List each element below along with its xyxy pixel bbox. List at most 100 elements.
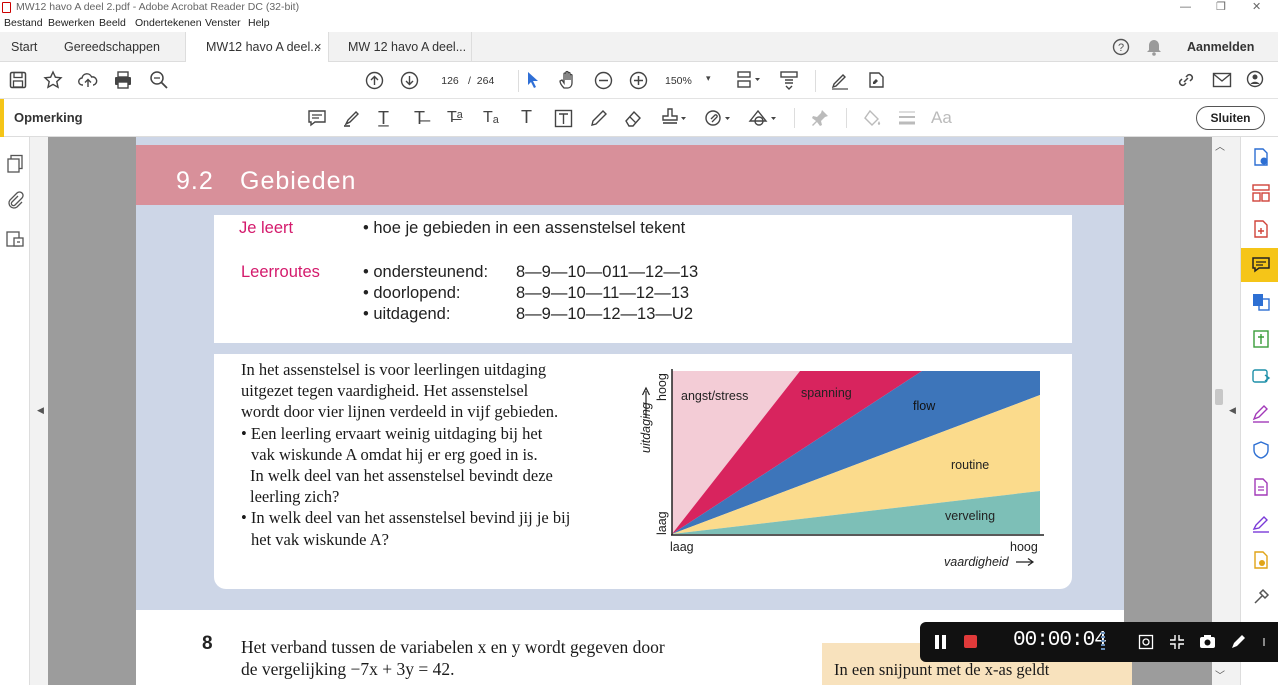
request-signature-icon[interactable] bbox=[1251, 514, 1271, 534]
annotate-pen-icon[interactable] bbox=[1230, 634, 1246, 650]
email-icon[interactable] bbox=[1212, 71, 1232, 89]
scroll-mode-icon[interactable] bbox=[779, 70, 799, 90]
line-weight-icon[interactable] bbox=[897, 109, 917, 127]
more-tools-icon[interactable] bbox=[1251, 587, 1271, 607]
fill-sign-icon[interactable] bbox=[1251, 403, 1271, 423]
close-comment-button[interactable]: Sluiten bbox=[1196, 106, 1265, 130]
font-size-icon[interactable]: Aa bbox=[931, 108, 952, 128]
page-layout-icon[interactable] bbox=[736, 70, 762, 90]
eraser-icon[interactable] bbox=[623, 108, 645, 128]
scroll-up-icon[interactable]: ︿ bbox=[1215, 138, 1225, 153]
menu-venster[interactable]: Venster bbox=[205, 15, 241, 32]
export-pdf-icon[interactable] bbox=[1251, 147, 1271, 167]
exercise-line: de vergelijking −7x + 3y = 42. bbox=[241, 659, 455, 679]
stamp-certificate-icon[interactable] bbox=[1251, 550, 1271, 570]
protect-shield-icon[interactable] bbox=[1251, 440, 1271, 460]
tab-tools[interactable]: Gereedschappen bbox=[64, 32, 160, 62]
recorder-grip[interactable] bbox=[1263, 638, 1265, 646]
star-icon[interactable] bbox=[43, 70, 63, 90]
insert-text-icon[interactable]: Tₐ bbox=[483, 108, 499, 128]
underline-text-icon[interactable]: T̲ bbox=[378, 108, 389, 128]
edit-pdf-icon[interactable] bbox=[866, 70, 886, 90]
prepare-form-icon[interactable] bbox=[1251, 477, 1271, 497]
title-bar: MW12 havo A deel 2.pdf - Adobe Acrobat R… bbox=[0, 0, 1278, 15]
menu-bestand[interactable]: Bestand bbox=[4, 15, 43, 32]
tab-document-active[interactable]: MW12 havo A deel... × bbox=[185, 32, 329, 62]
stamp-icon[interactable] bbox=[660, 107, 688, 129]
x-axis-arrow bbox=[1016, 558, 1035, 566]
label-verveling: verveling bbox=[945, 509, 995, 523]
zoom-in-icon[interactable] bbox=[629, 71, 648, 90]
vertical-scrollbar[interactable]: ︿ ﹀ bbox=[1212, 137, 1226, 685]
compress-pdf-icon[interactable] bbox=[1251, 329, 1271, 349]
zoom-level[interactable]: 150% bbox=[665, 71, 692, 91]
menu-beeld[interactable]: Beeld bbox=[99, 15, 126, 32]
sign-pen-icon[interactable] bbox=[830, 70, 850, 90]
acrobat-app-icon bbox=[2, 2, 11, 13]
x-low-label: laag bbox=[670, 540, 694, 554]
highlight-icon[interactable] bbox=[342, 108, 362, 128]
tab-close-icon[interactable]: × bbox=[314, 32, 322, 62]
menu-bewerken[interactable]: Bewerken bbox=[48, 15, 95, 32]
tab-start[interactable]: Start bbox=[11, 32, 37, 62]
hand-tool-icon[interactable] bbox=[558, 70, 578, 90]
document-viewport[interactable]: 9.2 Gebieden Je leert • hoe je gebieden … bbox=[48, 137, 1212, 685]
region-capture-icon[interactable] bbox=[1138, 634, 1154, 650]
replace-text-icon[interactable]: T̶ᵃ bbox=[447, 108, 463, 128]
menu-ondertekenen[interactable]: Ondertekenen bbox=[135, 15, 202, 32]
minimize-icon[interactable]: — bbox=[1180, 0, 1191, 15]
stop-record-icon[interactable] bbox=[964, 635, 977, 648]
page-number-input[interactable]: 126 bbox=[435, 71, 465, 91]
strikethrough-icon[interactable]: T̶ bbox=[414, 108, 425, 128]
draw-pencil-icon[interactable] bbox=[589, 108, 609, 128]
camera-icon[interactable] bbox=[1199, 634, 1216, 649]
pin-icon[interactable] bbox=[810, 108, 830, 128]
toolbar-divider bbox=[815, 70, 816, 92]
zoom-out-icon[interactable] bbox=[594, 71, 613, 90]
next-page-icon[interactable] bbox=[400, 71, 419, 90]
zoom-search-icon[interactable] bbox=[149, 70, 169, 90]
pages-thumbnails-icon[interactable] bbox=[6, 154, 24, 174]
close-window-icon[interactable]: ✕ bbox=[1252, 0, 1261, 15]
previous-page-icon[interactable] bbox=[365, 71, 384, 90]
expand-left-panel-icon[interactable]: ◀ bbox=[37, 405, 44, 416]
paragraph-line: In welk deel van het assenstelsel bevind… bbox=[250, 466, 553, 486]
attach-file-icon[interactable] bbox=[704, 107, 732, 129]
organize-pages-icon[interactable] bbox=[1251, 183, 1271, 203]
menu-bar: Bestand Bewerken Beeld Ondertekenen Vens… bbox=[0, 15, 1278, 32]
print-icon[interactable] bbox=[113, 70, 133, 90]
attachments-paperclip-icon[interactable] bbox=[6, 190, 24, 210]
text-box-icon[interactable] bbox=[554, 109, 573, 128]
minimize-recorder-icon[interactable] bbox=[1169, 634, 1185, 650]
label-flow: flow bbox=[913, 399, 936, 413]
scan-ocr-icon[interactable] bbox=[1251, 366, 1271, 386]
expand-right-panel-icon[interactable]: ◀ bbox=[1229, 405, 1236, 416]
tab-document-2[interactable]: MW 12 havo A deel... bbox=[348, 32, 466, 62]
scroll-thumb[interactable] bbox=[1215, 389, 1223, 405]
menu-help[interactable]: Help bbox=[248, 15, 270, 32]
fill-color-icon[interactable] bbox=[862, 108, 882, 128]
select-cursor-icon[interactable] bbox=[526, 71, 540, 89]
left-panel-collapsed: ◀ bbox=[30, 137, 48, 685]
restore-icon[interactable]: ❐ bbox=[1216, 0, 1226, 15]
save-icon[interactable] bbox=[9, 71, 27, 89]
create-pdf-icon[interactable] bbox=[1251, 219, 1271, 239]
pause-icon[interactable] bbox=[935, 635, 939, 649]
add-text-icon[interactable]: T bbox=[521, 107, 532, 127]
upload-cloud-icon[interactable] bbox=[78, 70, 98, 90]
help-icon[interactable]: ? bbox=[1112, 38, 1130, 56]
share-link-icon[interactable] bbox=[1176, 70, 1196, 90]
combine-files-icon[interactable] bbox=[1251, 292, 1271, 312]
user-share-icon[interactable] bbox=[1246, 70, 1266, 90]
scroll-down-icon[interactable]: ﹀ bbox=[1215, 667, 1225, 682]
comment-tool-active[interactable] bbox=[1241, 248, 1278, 282]
paragraph-line: uitgezet tegen vaardigheid. Het assenste… bbox=[241, 381, 529, 401]
comment-accent-bar bbox=[0, 99, 4, 137]
bell-icon[interactable] bbox=[1146, 39, 1162, 56]
zoom-dropdown-chevron-icon[interactable]: ▾ bbox=[706, 73, 711, 84]
shapes-icon[interactable] bbox=[748, 107, 778, 129]
sign-in-link[interactable]: Aanmelden bbox=[1187, 32, 1254, 62]
sticky-note-icon[interactable] bbox=[307, 109, 327, 127]
tip-text: In een snijpunt met de x-as geldt bbox=[834, 660, 1050, 679]
signatures-icon[interactable] bbox=[5, 229, 25, 249]
